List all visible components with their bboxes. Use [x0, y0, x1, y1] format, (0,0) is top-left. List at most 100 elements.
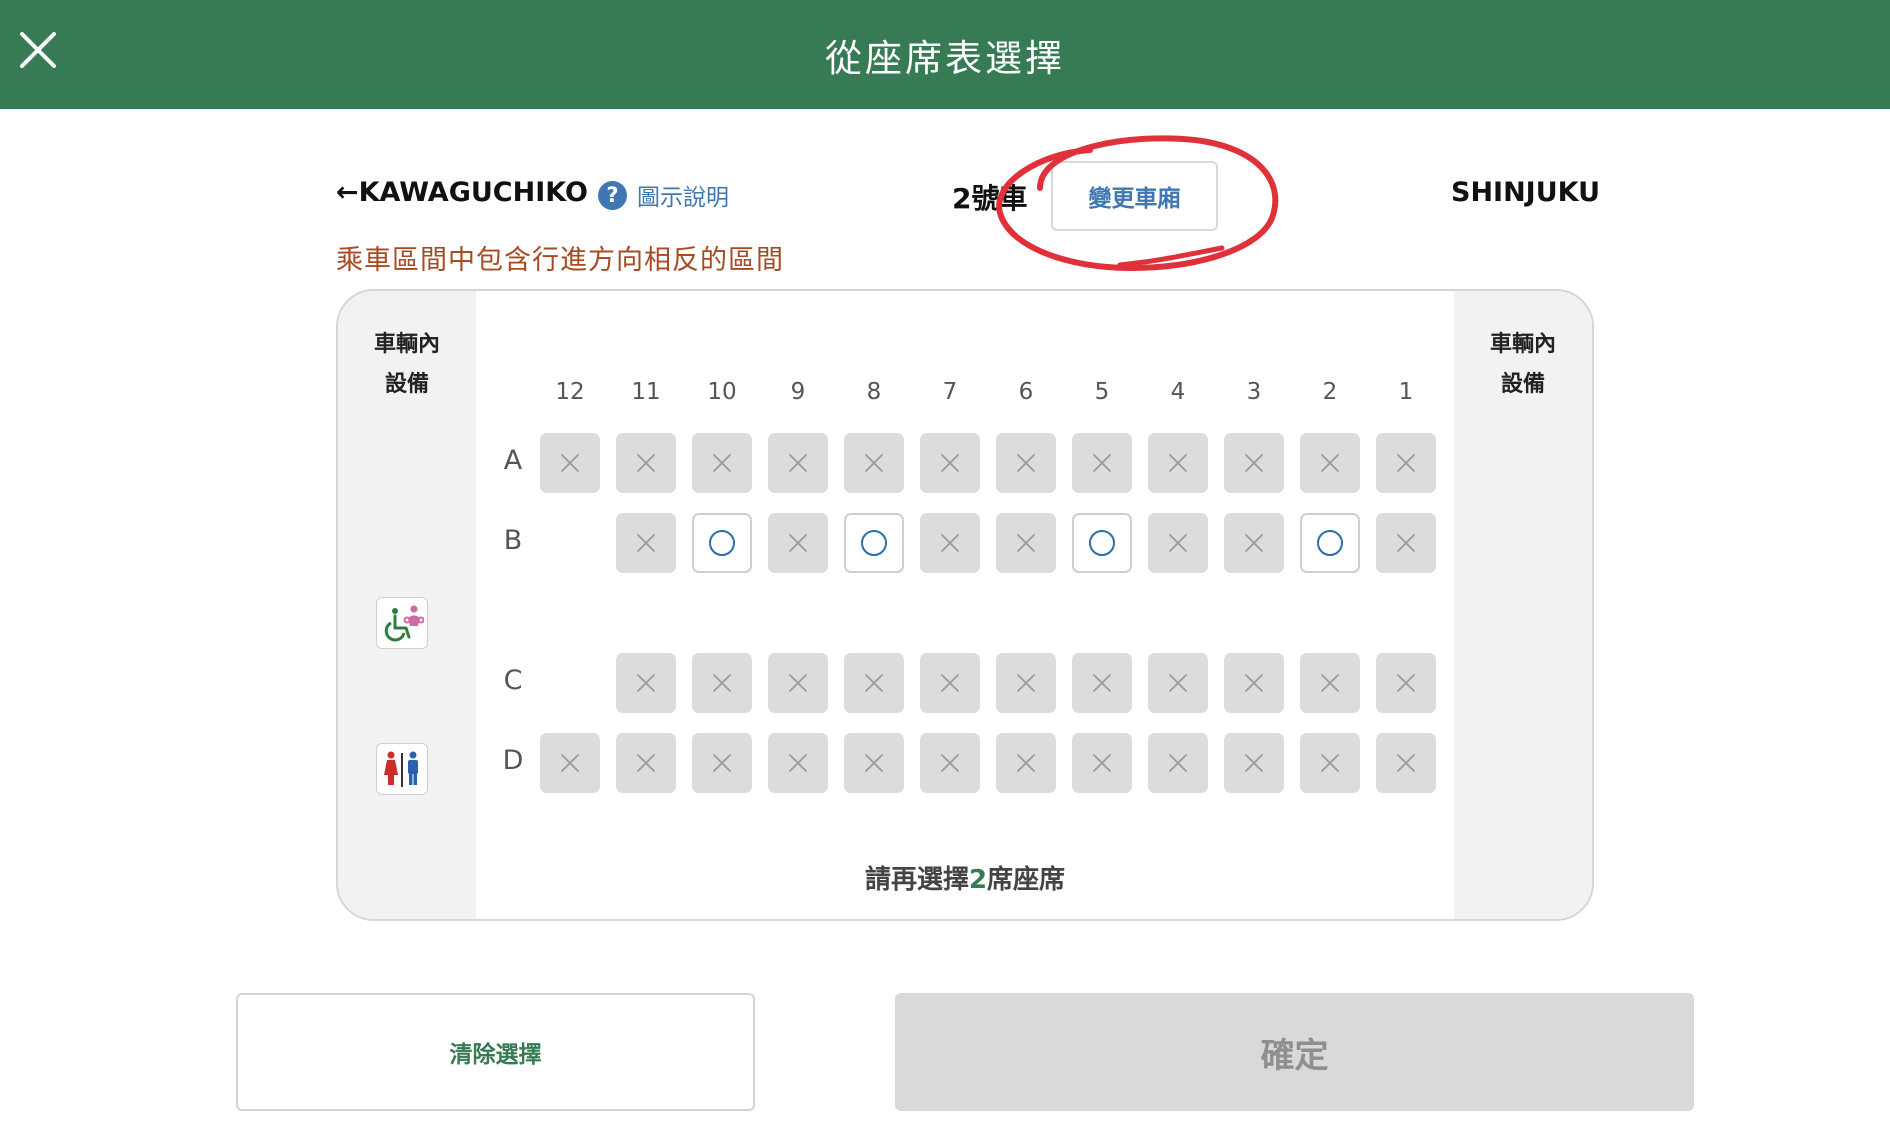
direction-from: ←KAWAGUCHIKO: [336, 177, 588, 208]
seat-unavailable: [1376, 733, 1436, 793]
facilities-title-right: 車輌內 設備: [1454, 325, 1592, 405]
remaining-seats-message: 請再選擇2席座席: [476, 859, 1454, 896]
page-title: 從座席表選擇: [825, 37, 1065, 80]
seat-available[interactable]: [692, 513, 752, 573]
unavailable-x-icon: [1169, 534, 1187, 552]
column-number: 8: [866, 379, 882, 405]
seat-unavailable: [920, 733, 980, 793]
unavailable-x-icon: [789, 454, 807, 472]
seat-unavailable: [540, 733, 600, 793]
seat-unavailable: [1148, 733, 1208, 793]
unavailable-x-icon: [1093, 454, 1111, 472]
clear-selection-button[interactable]: 清除選擇: [236, 993, 755, 1111]
seat-unavailable: [768, 733, 828, 793]
unavailable-x-icon: [1397, 754, 1415, 772]
row-label: C: [503, 665, 523, 696]
seat-unavailable: [1376, 653, 1436, 713]
column-number: 1: [1398, 379, 1414, 405]
direction-to: SHINJUKU: [1451, 177, 1601, 208]
seat-unavailable: [1224, 513, 1284, 573]
seat-unavailable: [692, 653, 752, 713]
seat-unavailable: [844, 433, 904, 493]
seat-unavailable: [1376, 433, 1436, 493]
annotation-circle: [996, 135, 1279, 272]
column-number: 11: [631, 379, 661, 405]
facilities-title-line1: 車輌內: [1489, 332, 1556, 357]
restroom-icon: [376, 743, 428, 795]
unavailable-x-icon: [789, 674, 807, 692]
unavailable-x-icon: [941, 674, 959, 692]
column-number: 2: [1322, 379, 1338, 405]
help-label: 圖示說明: [637, 185, 729, 211]
help-icon: ?: [598, 180, 627, 210]
facilities-title-line2: 設備: [1500, 372, 1545, 397]
unavailable-x-icon: [1321, 454, 1339, 472]
unavailable-x-icon: [865, 454, 883, 472]
column-number: 3: [1246, 379, 1262, 405]
seat-unavailable: [616, 733, 676, 793]
seat-unavailable: [1072, 433, 1132, 493]
column-number: 7: [942, 379, 958, 405]
seat-unavailable: [1072, 733, 1132, 793]
seat-available[interactable]: [1072, 513, 1132, 573]
unavailable-x-icon: [713, 674, 731, 692]
seat-unavailable: [1224, 733, 1284, 793]
remaining-suffix: 席座席: [987, 865, 1066, 895]
available-circle-icon: [1317, 530, 1343, 556]
row-label: B: [503, 525, 523, 556]
seat-unavailable: [616, 433, 676, 493]
seat-available[interactable]: [1300, 513, 1360, 573]
seat-unavailable: [540, 433, 600, 493]
unavailable-x-icon: [713, 754, 731, 772]
seat-unavailable: [768, 433, 828, 493]
column-number: 4: [1170, 379, 1186, 405]
column-number: 6: [1018, 379, 1034, 405]
direction-warning: 乘車區間中包含行進方向相反的區間: [336, 245, 784, 276]
seat-available[interactable]: [844, 513, 904, 573]
unavailable-x-icon: [1397, 674, 1415, 692]
row-label: A: [503, 445, 523, 476]
unavailable-x-icon: [637, 754, 655, 772]
unavailable-x-icon: [941, 754, 959, 772]
unavailable-x-icon: [1245, 534, 1263, 552]
seat-unavailable: [1224, 653, 1284, 713]
unavailable-x-icon: [941, 454, 959, 472]
confirm-button[interactable]: 確定: [895, 993, 1694, 1111]
seat-map: 車輌內 設備 車輌內 設備 12 11 10 9 8 7 6 5 4 3 2 1…: [336, 289, 1594, 921]
seat-unavailable: [920, 433, 980, 493]
unavailable-x-icon: [561, 754, 579, 772]
unavailable-x-icon: [1245, 674, 1263, 692]
legend-help-link[interactable]: ? 圖示說明: [598, 178, 729, 212]
seat-unavailable: [996, 653, 1056, 713]
facilities-panel-left: 車輌內 設備: [338, 291, 476, 919]
unavailable-x-icon: [1017, 454, 1035, 472]
unavailable-x-icon: [789, 534, 807, 552]
seat-unavailable: [996, 513, 1056, 573]
unavailable-x-icon: [561, 454, 579, 472]
seat-unavailable: [1148, 433, 1208, 493]
unavailable-x-icon: [1321, 674, 1339, 692]
facilities-title-line1: 車輌內: [373, 332, 440, 357]
unavailable-x-icon: [1169, 754, 1187, 772]
facilities-title-left: 車輌內 設備: [338, 325, 476, 405]
unavailable-x-icon: [789, 754, 807, 772]
column-number: 9: [790, 379, 806, 405]
unavailable-x-icon: [637, 674, 655, 692]
unavailable-x-icon: [1169, 674, 1187, 692]
available-circle-icon: [861, 530, 887, 556]
unavailable-x-icon: [941, 534, 959, 552]
seat-unavailable: [692, 433, 752, 493]
available-circle-icon: [709, 530, 735, 556]
unavailable-x-icon: [637, 454, 655, 472]
header-bar: 從座席表選擇: [0, 0, 1890, 109]
unavailable-x-icon: [1017, 674, 1035, 692]
wheelchair-icon: [376, 597, 428, 649]
unavailable-x-icon: [1093, 674, 1111, 692]
column-number: 5: [1094, 379, 1110, 405]
seat-unavailable: [768, 513, 828, 573]
unavailable-x-icon: [865, 754, 883, 772]
unavailable-x-icon: [1321, 754, 1339, 772]
seat-unavailable: [1148, 653, 1208, 713]
unavailable-x-icon: [1017, 534, 1035, 552]
seat-unavailable: [844, 733, 904, 793]
